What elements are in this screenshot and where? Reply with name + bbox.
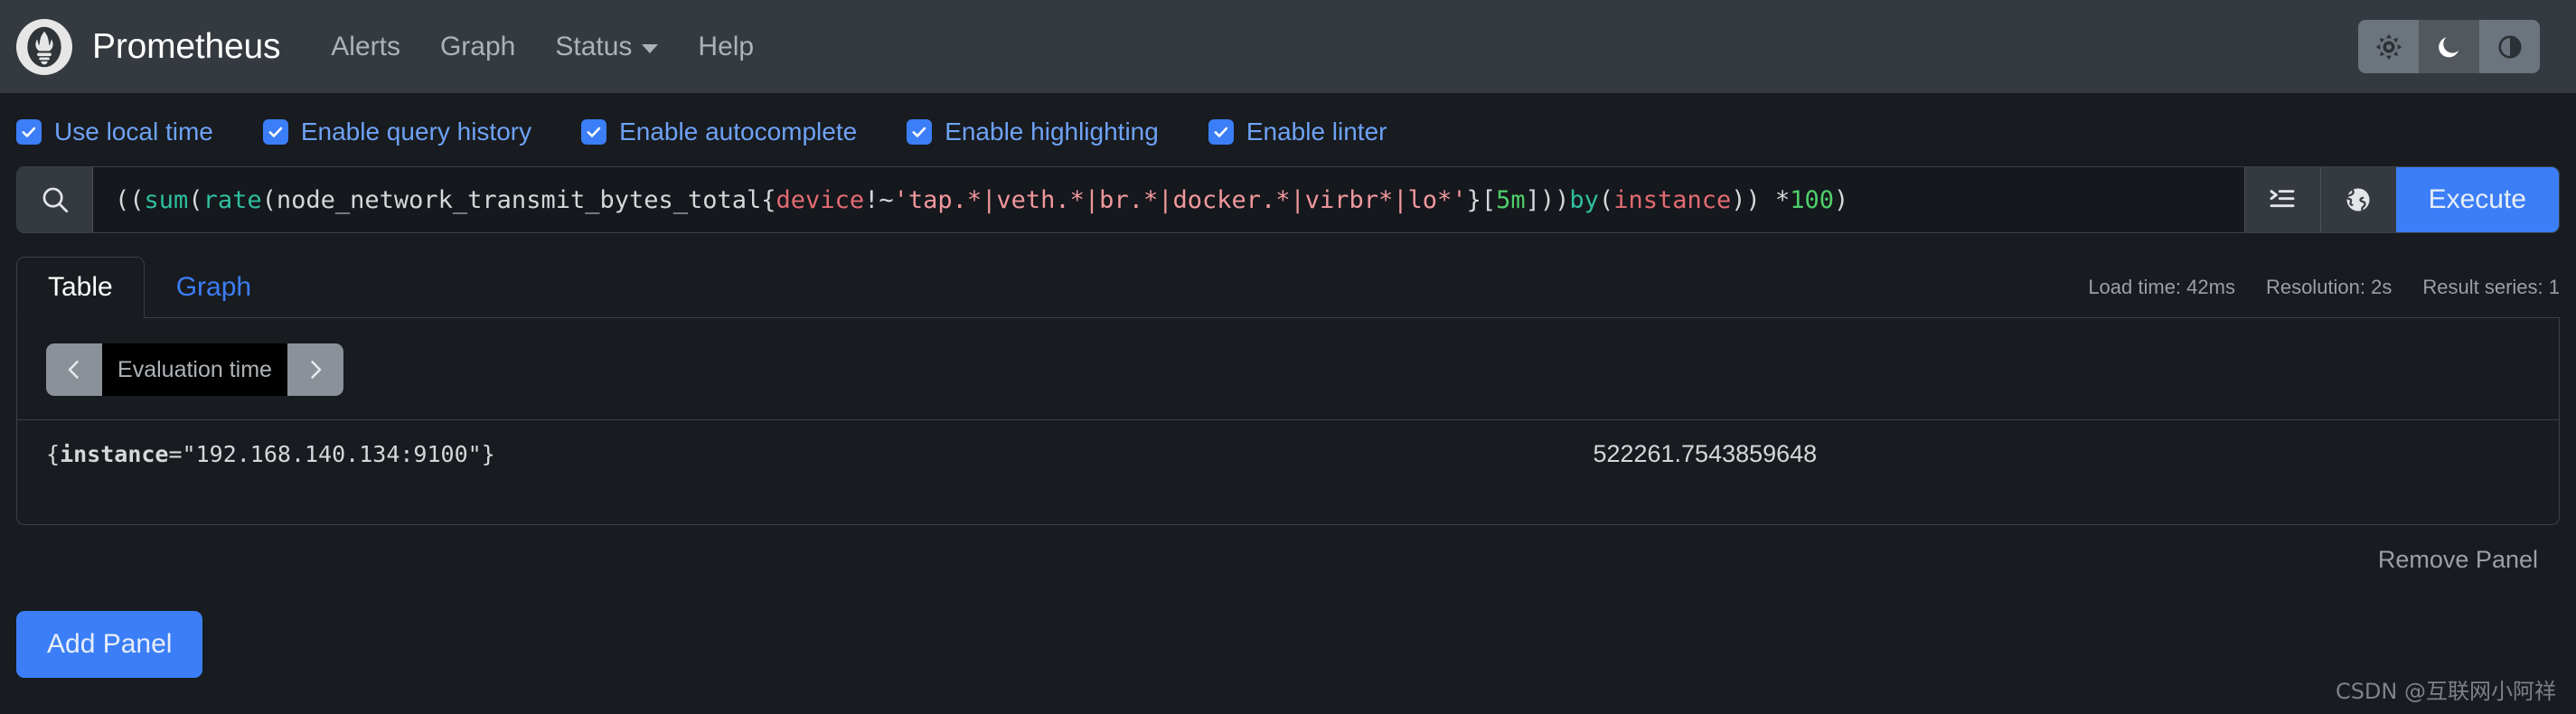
query-token-fn: rate: [202, 185, 262, 214]
prometheus-torch-logo-icon: [16, 18, 72, 75]
evaluation-time-prev-button[interactable]: [46, 343, 102, 396]
light-theme-button[interactable]: [2358, 20, 2419, 73]
series-brace-close: }: [481, 441, 495, 467]
query-token-plain: (: [188, 185, 203, 214]
query-token-fn: by: [1569, 185, 1599, 214]
option-label: Enable linter: [1246, 117, 1387, 146]
stat-load-time: Load time: 42ms: [2088, 276, 2235, 298]
query-token-plain: ): [1834, 185, 1849, 214]
contrast-icon: [2497, 34, 2522, 59]
query-token-plain: )): [1539, 185, 1570, 214]
query-bar: ((sum(rate (node_network_transmit_bytes_…: [16, 166, 2560, 233]
query-token-plain: !~: [864, 185, 894, 214]
remove-panel-button[interactable]: Remove Panel: [2373, 545, 2543, 575]
evaluation-time-group: Evaluation time: [46, 343, 343, 396]
query-token-num: 100: [1790, 185, 1835, 214]
evaluation-time-input[interactable]: Evaluation time: [102, 343, 287, 396]
result-tabs: Table Graph Load time: 42ms Resolution: …: [16, 257, 2560, 318]
option-use-local-time[interactable]: Use local time: [16, 117, 213, 146]
nav-link-alerts-label: Alerts: [331, 31, 400, 61]
add-panel-button[interactable]: Add Panel: [16, 611, 203, 678]
globe-icon[interactable]: [2319, 167, 2396, 232]
stat-resolution: Resolution: 2s: [2265, 276, 2393, 298]
result-table-body: {instance="192.168.140.134:9100"} 522261…: [17, 419, 2559, 488]
table-row: {instance="192.168.140.134:9100"} 522261…: [17, 419, 2559, 488]
checkbox-checked-icon[interactable]: [581, 119, 607, 145]
query-stats: Load time: 42ms Resolution: 2s Result se…: [2088, 276, 2560, 317]
add-panel-row: Add Panel: [0, 575, 2576, 678]
query-token-plain: (node_network_transmit_bytes_total{: [261, 185, 776, 214]
option-enable-linter[interactable]: Enable linter: [1208, 117, 1387, 146]
metrics-explorer-icon[interactable]: [2243, 167, 2320, 232]
series-label-value: "192.168.140.134:9100": [182, 441, 482, 467]
chevron-right-icon: [311, 361, 322, 379]
nav-link-help-label: Help: [698, 31, 755, 61]
table-tab-content: Evaluation time {instance="192.168.140.1…: [16, 318, 2560, 525]
query-token-plain: ((: [115, 185, 145, 214]
chevron-left-icon: [68, 361, 79, 379]
query-token-label: instance: [1613, 185, 1732, 214]
option-label: Enable query history: [300, 117, 532, 146]
checkbox-checked-icon[interactable]: [16, 119, 42, 145]
brand[interactable]: Prometheus: [16, 18, 281, 75]
query-panel: Table Graph Load time: 42ms Resolution: …: [16, 257, 2560, 575]
navbar: Prometheus Alerts Graph Status Help: [0, 0, 2576, 93]
option-label: Enable autocomplete: [619, 117, 858, 146]
result-series-label: {instance="192.168.140.134:9100"}: [17, 419, 1594, 488]
chevron-down-icon: [642, 43, 659, 53]
nav-link-help[interactable]: Help: [678, 32, 774, 62]
brand-name: Prometheus: [92, 26, 281, 66]
query-token-plain: [: [1481, 185, 1497, 214]
sun-icon: [2375, 33, 2402, 60]
query-token-str: 'tap.*|veth.*|br.*|docker.*|virbr*|lo*': [893, 185, 1467, 214]
query-token-fn: sum: [144, 185, 189, 214]
watermark: CSDN @互联网小阿祥: [2335, 679, 2556, 704]
checkbox-checked-icon[interactable]: [262, 119, 288, 145]
remove-panel-row: Remove Panel: [16, 525, 2560, 575]
search-icon[interactable]: [17, 167, 93, 232]
moon-icon: [2438, 36, 2458, 57]
option-label: Use local time: [54, 117, 213, 146]
stat-result-series: Result series: 1: [2422, 276, 2560, 298]
query-expression-input[interactable]: ((sum(rate (node_network_transmit_bytes_…: [93, 167, 2244, 232]
checkbox-checked-icon[interactable]: [1208, 119, 1234, 145]
series-label-key: instance: [60, 441, 169, 467]
query-options-row: Use local time Enable query history Enab…: [0, 93, 2576, 166]
query-token-plain: ]: [1525, 185, 1540, 214]
option-enable-query-history[interactable]: Enable query history: [262, 117, 532, 146]
result-table: {instance="192.168.140.134:9100"} 522261…: [17, 419, 2559, 488]
dark-theme-button[interactable]: [2419, 20, 2479, 73]
option-enable-highlighting[interactable]: Enable highlighting: [907, 117, 1159, 146]
auto-theme-button[interactable]: [2479, 20, 2540, 73]
series-brace-open: {: [46, 441, 61, 467]
nav-link-status[interactable]: Status: [535, 32, 678, 62]
evaluation-time-next-button[interactable]: [287, 343, 343, 396]
query-token-plain: )) *: [1731, 185, 1791, 214]
nav-link-status-label: Status: [555, 31, 633, 61]
series-equals: =: [168, 441, 183, 467]
checkbox-checked-icon[interactable]: [907, 119, 933, 145]
theme-toggle-group: [2358, 20, 2540, 73]
nav-links: Alerts Graph Status Help: [311, 32, 774, 62]
nav-link-alerts[interactable]: Alerts: [311, 32, 420, 62]
nav-link-graph[interactable]: Graph: [420, 32, 535, 62]
result-value: 522261.7543859648: [1593, 419, 2559, 488]
evaluation-time-row: Evaluation time: [17, 340, 2559, 396]
query-token-label: device: [776, 185, 865, 214]
query-token-plain: (: [1598, 185, 1614, 214]
tab-table[interactable]: Table: [16, 257, 145, 318]
option-enable-autocomplete[interactable]: Enable autocomplete: [581, 117, 857, 146]
option-label: Enable highlighting: [945, 117, 1159, 146]
query-token-num: 5m: [1496, 185, 1526, 214]
nav-link-graph-label: Graph: [439, 31, 516, 61]
query-token-plain: }: [1466, 185, 1481, 214]
execute-button[interactable]: Execute: [2395, 167, 2559, 232]
tab-graph[interactable]: Graph: [145, 257, 283, 318]
